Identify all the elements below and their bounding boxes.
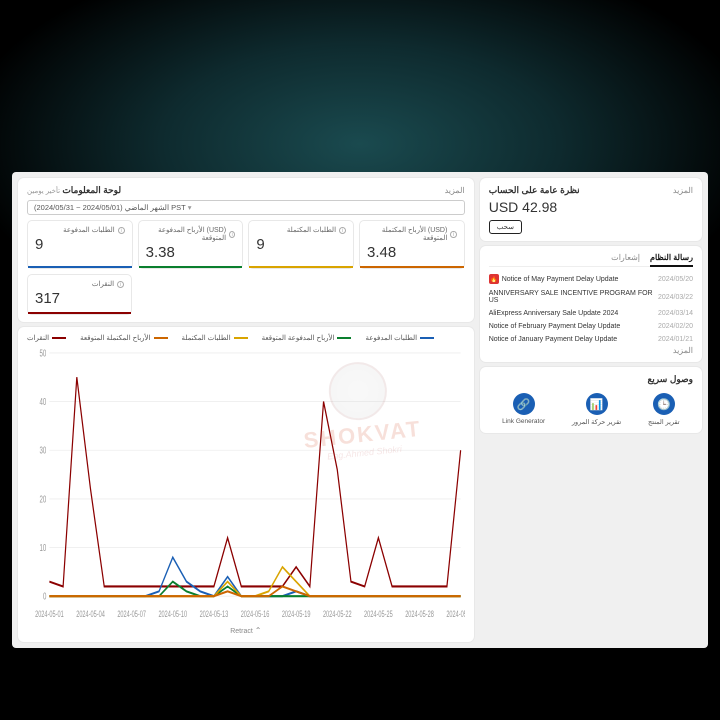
quick-access-label: Link Generator xyxy=(502,418,545,425)
stat-completed-orders[interactable]: iالطلبات المكتملة 9 xyxy=(248,220,354,269)
svg-text:2024-05-04: 2024-05-04 xyxy=(76,609,105,620)
stat-paid-orders[interactable]: iالطلبات المدفوعة 9 xyxy=(27,220,133,269)
stat-completed-earnings[interactable]: i(USD) الأرباح المكتملة المتوقعة 3.48 xyxy=(359,220,465,269)
svg-text:30: 30 xyxy=(40,444,47,456)
info-icon: i xyxy=(229,231,235,238)
stat-label: (USD) الأرباح المكتملة المتوقعة xyxy=(367,226,447,242)
dashboard-panel: لوحة المعلومات تأخير يومين المزيد (2024/… xyxy=(12,172,708,648)
notifications-more-link[interactable]: المزيد xyxy=(489,346,693,355)
quick-access-label: تقرير حركة المرور xyxy=(572,418,621,426)
info-icon: i xyxy=(339,227,346,234)
chart-card: الطلبات المدفوعةالأرباح المدفوعة المتوقع… xyxy=(18,327,474,642)
svg-text:2024-05-10: 2024-05-10 xyxy=(158,609,187,620)
svg-text:20: 20 xyxy=(40,493,47,505)
quick-access-item[interactable]: 🔗 Link Generator xyxy=(502,393,545,426)
stat-value: 9 xyxy=(35,236,125,253)
notification-item[interactable]: AliExpress Anniversary Sale Update 2024 2… xyxy=(489,307,693,320)
svg-text:40: 40 xyxy=(40,395,47,407)
svg-text:2024-05-16: 2024-05-16 xyxy=(241,609,270,620)
notifications-card: رسالة النظام إشعارات 🔥Notice of May Paym… xyxy=(480,246,702,362)
quick-access-icon: 📊 xyxy=(586,393,608,415)
quick-access-icon: 🔗 xyxy=(513,393,535,415)
tab-notices[interactable]: إشعارات xyxy=(611,253,640,263)
notification-item[interactable]: 🔥Notice of May Payment Delay Update 2024/… xyxy=(489,271,693,287)
quick-access-label: تقرير المنتج xyxy=(648,418,680,426)
info-icon: i xyxy=(118,227,125,234)
svg-text:2024-05-28: 2024-05-28 xyxy=(405,609,434,620)
svg-text:0: 0 xyxy=(43,590,47,602)
stat-value: 317 xyxy=(35,290,124,307)
svg-text:2024-05-01: 2024-05-01 xyxy=(35,609,64,620)
stat-paid-earnings[interactable]: i(USD) الأرباح المدفوعة المتوقعة 3.38 xyxy=(138,220,244,269)
date-range-label: (2024/05/31 ~ 2024/05/01) الشهر الماضي P… xyxy=(34,203,186,212)
chevron-down-icon: ▾ xyxy=(188,203,192,212)
svg-text:2024-05-13: 2024-05-13 xyxy=(200,609,229,620)
notification-item[interactable]: ANNIVERSARY SALE INCENTIVE PROGRAM FOR U… xyxy=(489,287,693,307)
notification-date: 2024/05/20 xyxy=(658,276,693,283)
notification-text: Notice of May Payment Delay Update xyxy=(502,276,619,283)
svg-text:2024-05-22: 2024-05-22 xyxy=(323,609,352,620)
account-balance: USD 42.98 xyxy=(489,199,693,215)
quick-access-card: وصول سريع 🔗 Link Generator 📊 تقرير حركة الم… xyxy=(480,367,702,433)
notification-item[interactable]: Notice of January Payment Delay Update 20… xyxy=(489,333,693,346)
quick-access-item[interactable]: 📊 تقرير حركة المرور xyxy=(572,393,621,426)
stat-value: 3.38 xyxy=(146,244,236,261)
hot-icon: 🔥 xyxy=(489,274,499,284)
notification-date: 2024/03/14 xyxy=(658,310,693,317)
svg-text:2024-05-31: 2024-05-31 xyxy=(446,609,464,620)
svg-text:10: 10 xyxy=(40,541,47,553)
date-range-select[interactable]: (2024/05/31 ~ 2024/05/01) الشهر الماضي P… xyxy=(27,200,465,215)
svg-text:2024-05-19: 2024-05-19 xyxy=(282,609,311,620)
notification-tabs: رسالة النظام إشعارات xyxy=(489,253,693,267)
stat-value: 9 xyxy=(256,236,346,253)
dashboard-card: لوحة المعلومات تأخير يومين المزيد (2024/… xyxy=(18,178,474,322)
svg-text:2024-05-07: 2024-05-07 xyxy=(117,609,146,620)
stat-value: 3.48 xyxy=(367,244,457,261)
chart-legend: الطلبات المدفوعةالأرباح المدفوعة المتوقع… xyxy=(27,334,465,342)
dashboard-title: لوحة المعلومات xyxy=(62,185,121,195)
stat-label: الطلبات المكتملة xyxy=(287,226,336,234)
info-icon: i xyxy=(117,281,124,288)
info-icon: i xyxy=(450,231,456,238)
notification-date: 2024/03/22 xyxy=(658,294,693,301)
retract-button[interactable]: Retract ⌃ xyxy=(27,626,465,635)
withdraw-button[interactable]: سحب xyxy=(489,220,522,234)
account-more-link[interactable]: المزيد xyxy=(673,186,693,195)
stat-label: (USD) الأرباح المدفوعة المتوقعة xyxy=(146,226,226,242)
quick-access-icon: 🕒 xyxy=(653,393,675,415)
notification-item[interactable]: Notice of February Payment Delay Update 2… xyxy=(489,320,693,333)
account-overview-card: نظرة عامة على الحساب المزيد USD 42.98 سح… xyxy=(480,178,702,241)
retract-label: Retract xyxy=(230,628,253,635)
line-chart[interactable]: 0 10 20 30 40 50 2024-05-01 2024-05-04 2024-05-0… xyxy=(27,346,465,624)
stat-label: النقرات xyxy=(92,280,114,288)
chevron-up-icon: ⌃ xyxy=(255,626,262,635)
dashboard-subtitle: تأخير يومين xyxy=(27,188,60,195)
stat-clicks[interactable]: iالنقرات 317 xyxy=(27,274,132,315)
notification-text: Notice of February Payment Delay Update xyxy=(489,323,621,330)
notification-text: AliExpress Anniversary Sale Update 2024 xyxy=(489,310,619,317)
quick-access-title: وصول سريع xyxy=(489,374,693,385)
svg-text:50: 50 xyxy=(40,347,47,359)
notification-date: 2024/02/20 xyxy=(658,323,693,330)
dashboard-more-link[interactable]: المزيد xyxy=(445,186,465,195)
account-title: نظرة عامة على الحساب xyxy=(489,185,580,196)
notification-date: 2024/01/21 xyxy=(658,336,693,343)
svg-text:2024-05-25: 2024-05-25 xyxy=(364,609,393,620)
notification-text: Notice of January Payment Delay Update xyxy=(489,336,617,343)
stat-label: الطلبات المدفوعة xyxy=(63,226,115,234)
tab-system-msg[interactable]: رسالة النظام xyxy=(650,253,693,267)
quick-access-item[interactable]: 🕒 تقرير المنتج xyxy=(648,393,680,426)
notification-text: ANNIVERSARY SALE INCENTIVE PROGRAM FOR U… xyxy=(489,290,658,304)
